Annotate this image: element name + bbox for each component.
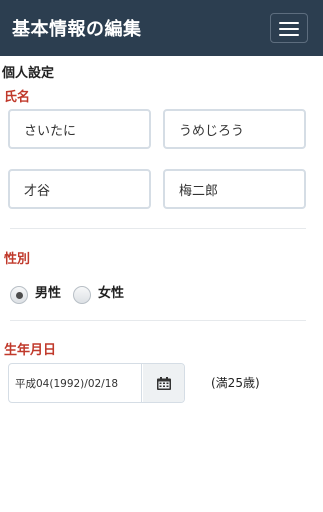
menu-toggle-button[interactable]	[270, 13, 308, 43]
kana-first-name-input[interactable]	[163, 109, 306, 149]
gender-option-male[interactable]: 男性	[10, 283, 70, 307]
radio-selected-dot	[16, 292, 23, 299]
calendar-icon	[157, 377, 171, 390]
radio-button-male[interactable]	[10, 286, 28, 304]
calendar-button[interactable]	[143, 364, 184, 402]
last-name-input[interactable]	[8, 169, 151, 209]
divider	[10, 320, 306, 321]
page-title: 基本情報の編集	[12, 19, 142, 40]
radio-label-female: 女性	[98, 286, 125, 301]
radio-button-female[interactable]	[73, 286, 91, 304]
birthday-date-picker	[8, 363, 185, 403]
gender-label: 性別	[4, 252, 31, 267]
section-title: 個人設定	[2, 66, 55, 81]
gender-option-female[interactable]: 女性	[73, 283, 133, 307]
name-label: 氏名	[4, 90, 31, 105]
first-name-input[interactable]	[163, 169, 306, 209]
divider	[10, 228, 306, 229]
age-display: (満25歳)	[211, 376, 260, 390]
birthday-label: 生年月日	[4, 343, 57, 358]
birthday-input[interactable]	[9, 364, 142, 402]
kana-last-name-input[interactable]	[8, 109, 151, 149]
radio-label-male: 男性	[35, 286, 62, 301]
app-header: 基本情報の編集	[0, 0, 323, 56]
